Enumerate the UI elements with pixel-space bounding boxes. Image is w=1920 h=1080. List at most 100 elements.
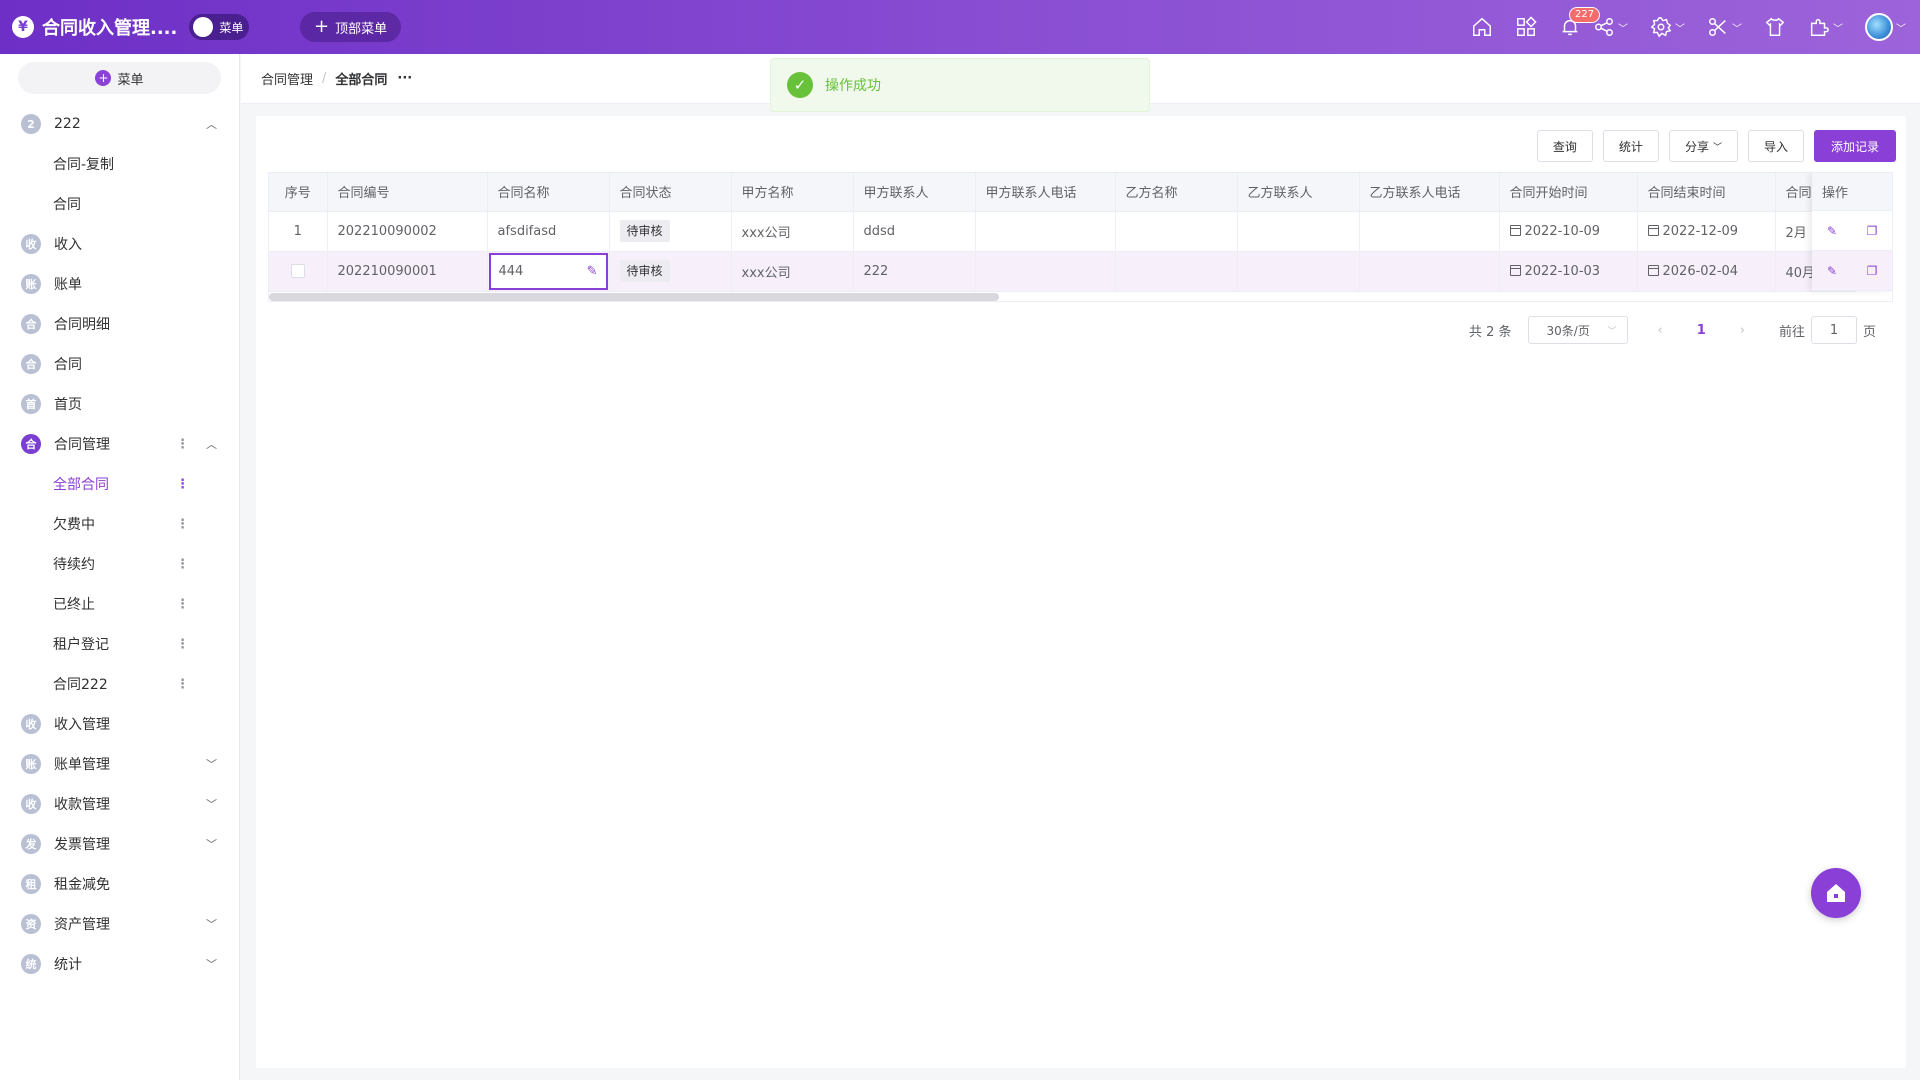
shirt-icon[interactable] (1764, 16, 1786, 38)
more-vertical-icon[interactable]: ⋮ (176, 517, 189, 532)
cell-contract-name[interactable]: 444 ✎ (487, 251, 610, 292)
pencil-icon[interactable]: ✎ (587, 264, 598, 279)
row-checkbox[interactable] (290, 264, 305, 278)
home-icon[interactable] (1471, 16, 1493, 38)
more-vertical-icon[interactable]: ⋮ (176, 557, 189, 572)
cell-party-a-phone[interactable] (975, 251, 1116, 292)
cell-party-a[interactable]: xxx公司 (731, 211, 854, 252)
more-vertical-icon[interactable]: ⋮ (176, 437, 189, 452)
column-header[interactable]: 甲方联系人电话 (975, 173, 1116, 212)
sidebar-item-contract[interactable]: 合同 (0, 184, 239, 224)
column-header[interactable]: 合同名称 (487, 173, 610, 212)
sidebar-item-asset-management[interactable]: 资资产管理 ﹀ (0, 904, 239, 944)
sidebar-item-contract-management[interactable]: 合合同管理 ⋮ ︿ (0, 424, 239, 464)
sidebar-item-contract-222[interactable]: 合同222 ⋮ (0, 664, 239, 704)
cell-party-b[interactable] (1115, 211, 1238, 252)
column-header[interactable]: 合同结束时间 (1637, 173, 1776, 212)
cell-end-date[interactable]: 2022-12-09 (1637, 211, 1776, 252)
top-menu-button[interactable]: + 顶部菜单 (300, 12, 402, 42)
cell-contract-code[interactable]: 202210090001 (327, 251, 488, 292)
add-record-button[interactable]: 添加记录 (1813, 130, 1896, 162)
import-button[interactable]: 导入 (1747, 130, 1804, 162)
stats-button[interactable]: 统计 (1602, 130, 1659, 162)
table-row[interactable]: 1 202210090002 afsdifasd 待审核 xxx公司 ddsd … (269, 211, 1856, 252)
column-header[interactable]: 甲方联系人 (853, 173, 976, 212)
sidebar-item-all-contracts[interactable]: 全部合同 ⋮ (0, 464, 239, 504)
sidebar-item-pending-renewal[interactable]: 待续约 ⋮ (0, 544, 239, 584)
sidebar-item-rent-reduction[interactable]: 租租金减免 (0, 864, 239, 904)
menu-toggle-switch[interactable]: 菜单 (189, 14, 250, 40)
cell-party-b-contact[interactable] (1237, 251, 1360, 292)
cell-end-date[interactable]: 2026-02-04 (1637, 251, 1776, 292)
edit-icon[interactable]: ✎ (1825, 224, 1839, 238)
cell-party-b-phone[interactable] (1359, 211, 1500, 252)
sidebar-item-in-arrears[interactable]: 欠费中 ⋮ (0, 504, 239, 544)
column-header[interactable]: 合同编号 (327, 173, 488, 212)
table-row[interactable]: 202210090001 444 ✎ 待审核 xxx公司 222 2022-10-… (269, 251, 1856, 292)
sidebar-item-income-management[interactable]: 收收入管理 (0, 704, 239, 744)
user-menu[interactable]: ﹀ (1865, 13, 1906, 41)
settings-icon[interactable]: ﹀ (1650, 16, 1685, 38)
sidebar-item-invoice-management[interactable]: 发发票管理 ﹀ (0, 824, 239, 864)
row-checkbox-cell[interactable] (269, 251, 328, 292)
column-header[interactable]: 乙方联系人电话 (1359, 173, 1500, 212)
apps-icon[interactable] (1515, 16, 1537, 38)
add-menu-button[interactable]: + 菜单 (18, 62, 221, 94)
cell-contract-status[interactable]: 待审核 (609, 211, 732, 252)
bell-icon[interactable]: 227 (1559, 7, 1601, 38)
column-header[interactable]: 乙方联系人 (1237, 173, 1360, 212)
sidebar-item-222[interactable]: 2 222 ︿ (0, 104, 239, 144)
copy-icon[interactable]: ❐ (1865, 224, 1879, 238)
cell-party-b-contact[interactable] (1237, 211, 1360, 252)
share-button[interactable]: 分享 ﹀ (1668, 130, 1738, 162)
cell-party-a-phone[interactable] (975, 211, 1116, 252)
sidebar-item-bill[interactable]: 账账单 (0, 264, 239, 304)
more-vertical-icon[interactable]: ⋮ (176, 637, 189, 652)
sidebar-item-home[interactable]: 首首页 (0, 384, 239, 424)
cell-party-a[interactable]: xxx公司 (731, 251, 854, 292)
column-header[interactable]: 合同状态 (609, 173, 732, 212)
page-number[interactable]: 1 (1697, 323, 1706, 338)
sidebar-item-statistics[interactable]: 统统计 ﹀ (0, 944, 239, 984)
sidebar-item-payment-management[interactable]: 收收款管理 ﹀ (0, 784, 239, 824)
sidebar-item-contract-detail[interactable]: 合合同明细 (0, 304, 239, 344)
plugin-icon[interactable]: ﹀ (1808, 16, 1843, 38)
cell-edit-input[interactable]: 444 ✎ (488, 252, 608, 290)
cell-contract-code[interactable]: 202210090002 (327, 211, 488, 252)
goto-page-input[interactable]: 1 (1810, 316, 1857, 344)
breadcrumb-parent[interactable]: 合同管理 (261, 69, 313, 88)
column-header[interactable]: 乙方名称 (1115, 173, 1238, 212)
floating-home-button[interactable] (1811, 868, 1861, 918)
sidebar-item-contract-2[interactable]: 合合同 (0, 344, 239, 384)
cell-contract-status[interactable]: 待审核 (609, 251, 732, 292)
sidebar-item-tenant-registration[interactable]: 租户登记 ⋮ (0, 624, 239, 664)
more-vertical-icon[interactable]: ⋮ (176, 477, 189, 492)
cell-start-date[interactable]: 2022-10-03 (1499, 251, 1638, 292)
cell-contract-name[interactable]: afsdifasd (487, 211, 610, 252)
cell-party-a-contact[interactable]: 222 (853, 251, 976, 292)
goto-label: 前往 (1778, 324, 1805, 340)
prev-page-icon[interactable]: ‹ (1658, 323, 1663, 338)
copy-icon[interactable]: ❐ (1865, 264, 1879, 278)
horizontal-scrollbar[interactable] (269, 293, 999, 301)
edit-icon[interactable]: ✎ (1825, 264, 1839, 278)
cell-party-b[interactable] (1115, 251, 1238, 292)
column-header[interactable]: 序号 (269, 173, 328, 212)
cell-party-a-contact[interactable]: ddsd (853, 211, 976, 252)
page-size-select[interactable]: 30条/页 ﹀ (1527, 316, 1628, 344)
tools-icon[interactable]: ﹀ (1707, 16, 1742, 38)
sidebar-item-bill-management[interactable]: 账账单管理 ﹀ (0, 744, 239, 784)
column-header[interactable]: 合同开始时间 (1499, 173, 1638, 212)
sidebar-item-contract-copy[interactable]: 合同-复制 (0, 144, 239, 184)
cell-start-date[interactable]: 2022-10-09 (1499, 211, 1638, 252)
share-icon[interactable]: ﹀ (1593, 16, 1628, 38)
cell-party-b-phone[interactable] (1359, 251, 1500, 292)
sidebar-item-income[interactable]: 收收入 (0, 224, 239, 264)
next-page-icon[interactable]: › (1740, 323, 1745, 338)
query-button[interactable]: 查询 (1536, 130, 1593, 162)
sidebar-item-terminated[interactable]: 已终止 ⋮ (0, 584, 239, 624)
more-horizontal-icon[interactable]: ··· (397, 71, 412, 86)
column-header[interactable]: 甲方名称 (731, 173, 854, 212)
more-vertical-icon[interactable]: ⋮ (176, 597, 189, 612)
more-vertical-icon[interactable]: ⋮ (176, 677, 189, 692)
